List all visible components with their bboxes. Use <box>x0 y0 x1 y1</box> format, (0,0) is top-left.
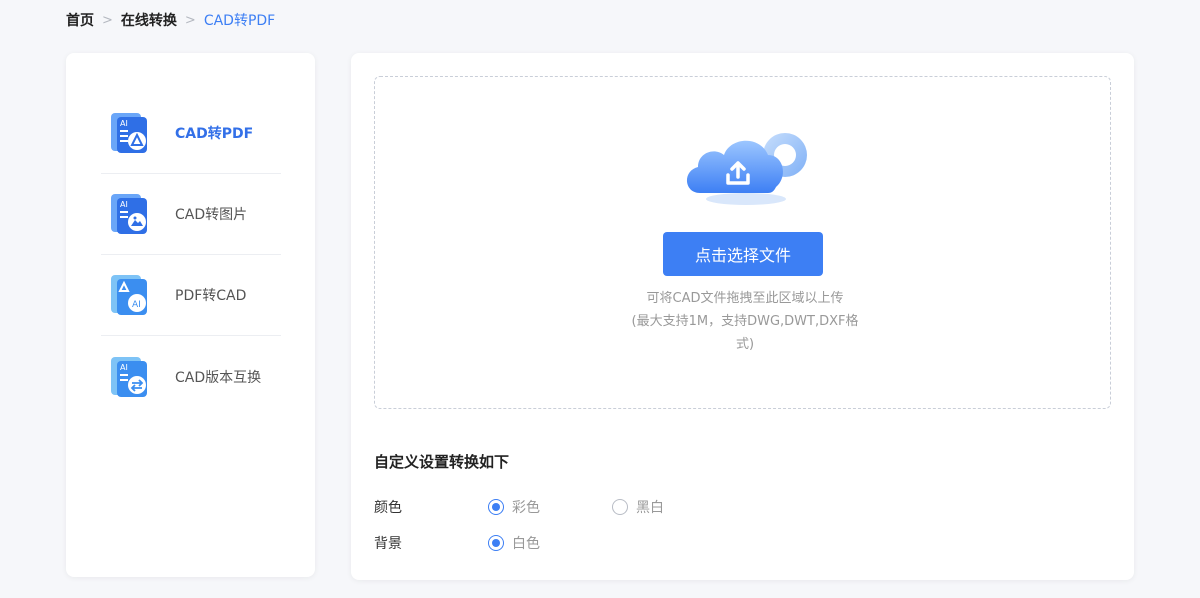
sidebar-item-label: CAD转PDF <box>175 126 254 142</box>
cad-to-pdf-icon: AI <box>111 113 147 153</box>
breadcrumb-home[interactable]: 首页 <box>66 10 94 30</box>
breadcrumb-online-convert[interactable]: 在线转换 <box>121 10 177 30</box>
select-file-button[interactable]: 点击选择文件 <box>663 232 823 276</box>
radio-label: 黑白 <box>636 500 664 516</box>
cad-version-swap-icon: AI <box>111 356 147 397</box>
sidebar-item-cad-to-pdf[interactable]: AI CAD转PDF <box>101 93 281 174</box>
main-panel: 点击选择文件 可将CAD文件拖拽至此区域以上传 (最大支持1M，支持DWG,DW… <box>351 53 1134 580</box>
sidebar-item-pdf-to-cad[interactable]: AI PDF转CAD <box>101 255 281 336</box>
svg-text:AI: AI <box>120 119 128 128</box>
background-setting-label: 背景 <box>374 536 402 552</box>
pdf-to-cad-icon: AI <box>111 275 147 315</box>
svg-text:AI: AI <box>120 200 128 209</box>
sidebar-item-label: CAD版本互换 <box>175 369 262 386</box>
sidebar-item-cad-version-swap[interactable]: AI CAD版本互换 <box>101 336 281 417</box>
color-setting-row: 颜色 彩色 黑白 <box>374 496 736 518</box>
upload-dropzone[interactable]: 点击选择文件 可将CAD文件拖拽至此区域以上传 (最大支持1M，支持DWG,DW… <box>374 76 1111 409</box>
upload-hint-line: 可将CAD文件拖拽至此区域以上传 <box>646 291 844 306</box>
radio-checked-icon[interactable] <box>488 499 504 515</box>
upload-hint: 可将CAD文件拖拽至此区域以上传 (最大支持1M，支持DWG,DWT,DXF格 … <box>615 287 875 356</box>
upload-hint-line: (最大支持1M，支持DWG,DWT,DXF格 <box>631 314 859 329</box>
svg-text:AI: AI <box>132 300 141 310</box>
svg-text:AI: AI <box>120 363 128 372</box>
radio-checked-icon[interactable] <box>488 535 504 551</box>
breadcrumb-current: CAD转PDF <box>203 13 276 29</box>
color-setting-label: 颜色 <box>374 500 402 516</box>
breadcrumb-separator-icon: > <box>184 12 196 28</box>
sidebar-item-label: CAD转图片 <box>175 207 248 223</box>
background-setting-row: 背景 白色 <box>374 532 612 554</box>
radio-label: 彩色 <box>512 500 540 516</box>
settings-title: 自定义设置转换如下 <box>374 453 510 471</box>
background-option-white[interactable]: 白色 <box>488 533 540 553</box>
sidebar-item-label: PDF转CAD <box>175 288 247 304</box>
sidebar-item-cad-to-image[interactable]: AI CAD转图片 <box>101 174 281 255</box>
breadcrumb-separator-icon: > <box>102 12 113 28</box>
color-option-monochrome[interactable]: 黑白 <box>612 497 664 517</box>
upload-hint-line: 式) <box>735 337 755 352</box>
radio-unchecked-icon[interactable] <box>612 499 628 515</box>
color-option-colorful[interactable]: 彩色 <box>488 497 540 517</box>
cloud-upload-icon <box>686 133 807 205</box>
breadcrumb: 首页 > 在线转换 > CAD转PDF <box>66 10 275 30</box>
cad-to-image-icon: AI <box>111 194 147 234</box>
sidebar: AI CAD转PDF AI CAD转图片 AI PDF转CAD AI CAD版本… <box>66 53 315 577</box>
radio-label: 白色 <box>512 536 540 552</box>
